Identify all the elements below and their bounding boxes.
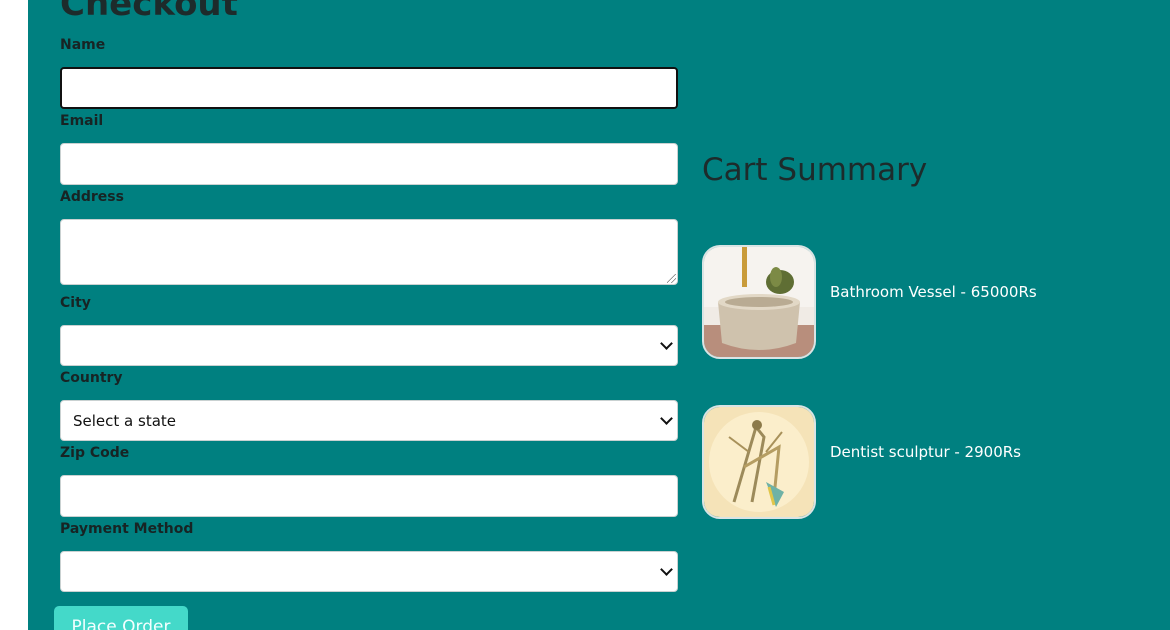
cart-item-label: Bathroom Vessel - 65000Rs — [830, 283, 1037, 301]
city-select[interactable] — [60, 325, 678, 366]
page-title: Checkout — [60, 0, 238, 24]
place-order-button[interactable]: Place Order — [54, 606, 188, 630]
city-label: City — [60, 295, 91, 311]
chevron-down-icon — [660, 563, 673, 576]
chevron-down-icon — [660, 337, 673, 350]
country-label: Country — [60, 370, 123, 386]
email-input[interactable] — [60, 143, 678, 185]
zip-label: Zip Code — [60, 445, 130, 461]
name-label: Name — [60, 37, 106, 53]
chevron-down-icon — [660, 412, 673, 425]
bathroom-vessel-image — [702, 245, 816, 359]
address-label: Address — [60, 189, 124, 205]
country-select-value: Select a state — [73, 412, 177, 430]
email-label: Email — [60, 113, 104, 129]
resize-grip-icon[interactable] — [667, 274, 676, 283]
country-select[interactable]: Select a state — [60, 400, 678, 441]
dentist-sculpture-image — [702, 405, 816, 519]
payment-label: Payment Method — [60, 521, 194, 537]
zip-input[interactable] — [60, 475, 678, 517]
cart-summary-title: Cart Summary — [702, 152, 928, 188]
payment-select[interactable] — [60, 551, 678, 592]
name-input[interactable] — [60, 67, 678, 109]
checkout-panel: Checkout Name Email Address City Country… — [28, 0, 1170, 630]
address-textarea[interactable] — [60, 219, 678, 285]
cart-item-label: Dentist sculptur - 2900Rs — [830, 443, 1021, 461]
